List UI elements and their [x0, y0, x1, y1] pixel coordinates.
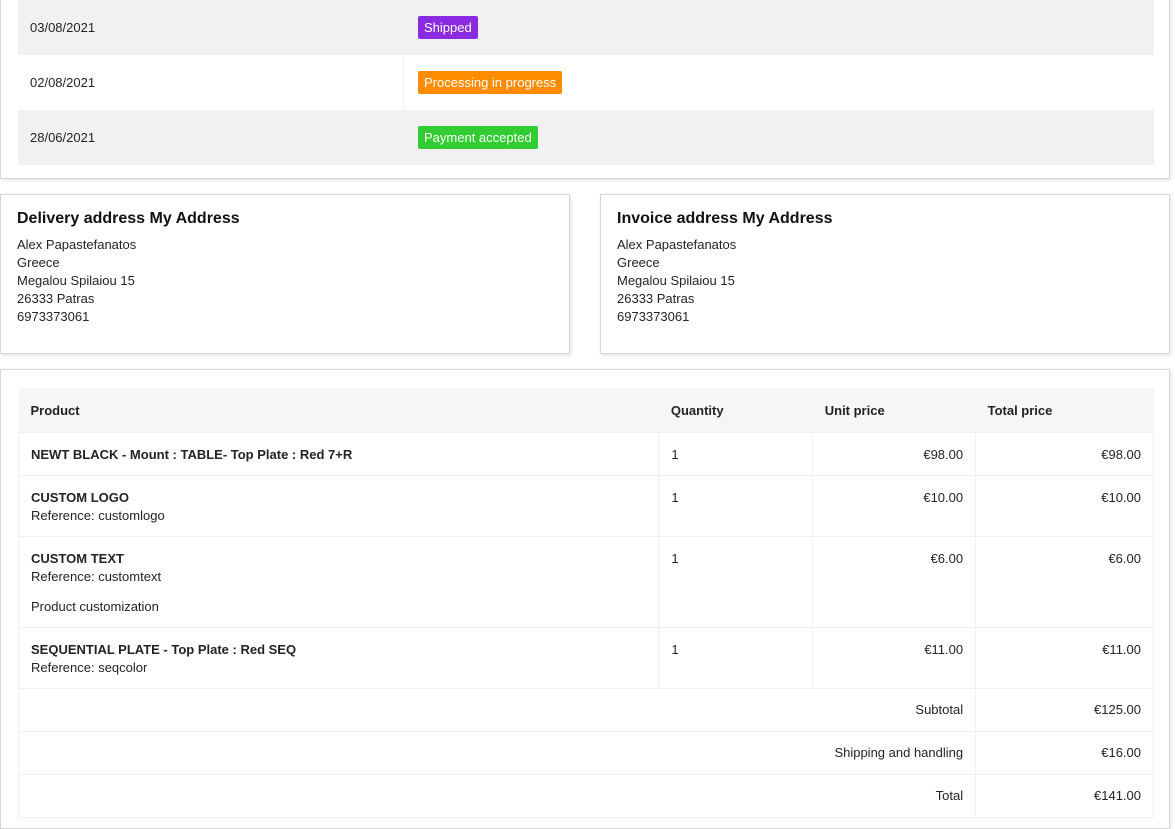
column-header-unit-price: Unit price	[812, 388, 976, 433]
history-row: 02/08/2021 Processing in progress	[18, 55, 1154, 110]
address-line: Greece	[17, 255, 60, 270]
column-header-product: Product	[18, 388, 659, 433]
order-products-panel: Product Quantity Unit price Total price …	[0, 369, 1170, 829]
shipping-label: Shipping and handling	[17, 731, 977, 775]
product-unit-price: €10.00	[812, 475, 977, 537]
history-date: 28/06/2021	[18, 110, 404, 165]
column-header-total-price: Total price	[975, 388, 1154, 433]
column-header-quantity: Quantity	[658, 388, 813, 433]
product-total-price: €6.00	[975, 536, 1154, 628]
product-reference: Reference: customlogo	[31, 508, 165, 523]
address-line: Alex Papastefanatos	[17, 237, 137, 252]
status-badge: Processing in progress	[418, 71, 563, 94]
history-date: 03/08/2021	[18, 0, 404, 55]
address-line: Greece	[617, 255, 660, 270]
status-badge: Shipped	[418, 16, 478, 39]
table-row: SEQUENTIAL PLATE - Top Plate : Red SEQ R…	[17, 627, 1154, 689]
history-row: 03/08/2021 Shipped	[18, 0, 1154, 55]
invoice-address-title: Invoice address My Address	[617, 210, 833, 227]
table-row: CUSTOM LOGO Reference: customlogo 1 €10.…	[17, 475, 1154, 537]
order-history-panel: 03/08/2021 Shipped 02/08/2021 Processing…	[0, 0, 1170, 179]
address-line: 6973373061	[17, 309, 90, 324]
product-name: CUSTOM LOGO	[31, 490, 129, 505]
product-name: SEQUENTIAL PLATE - Top Plate : Red SEQ	[31, 642, 297, 657]
history-row: 28/06/2021 Payment accepted	[18, 110, 1154, 165]
total-value: €141.00	[975, 774, 1154, 818]
product-total-price: €98.00	[975, 432, 1154, 476]
summary-row-shipping: Shipping and handling €16.00	[17, 731, 1154, 775]
product-customization-link[interactable]: Product customization	[31, 598, 646, 616]
summary-row-total: Total €141.00	[17, 774, 1154, 818]
invoice-address-card: Invoice address My Address Alex Papastef…	[600, 194, 1170, 354]
table-row: CUSTOM TEXT Reference: customtext Produc…	[17, 536, 1154, 628]
address-line: Alex Papastefanatos	[617, 237, 737, 252]
address-line: 6973373061	[617, 309, 690, 324]
product-name: CUSTOM TEXT	[31, 551, 124, 566]
product-quantity: 1	[658, 432, 814, 476]
status-badge: Payment accepted	[418, 126, 538, 149]
address-line: 26333 Patras	[617, 291, 695, 306]
total-label: Total	[17, 774, 977, 818]
product-total-price: €11.00	[975, 627, 1154, 689]
product-quantity: 1	[658, 627, 814, 689]
table-row: NEWT BLACK - Mount : TABLE- Top Plate : …	[17, 432, 1154, 476]
product-unit-price: €98.00	[812, 432, 977, 476]
table-header-row: Product Quantity Unit price Total price	[18, 388, 1154, 433]
history-date: 02/08/2021	[18, 55, 404, 110]
delivery-address-card: Delivery address My Address Alex Papaste…	[0, 194, 570, 354]
delivery-address-title: Delivery address My Address	[17, 210, 240, 227]
address-line: Megalou Spilaiou 15	[617, 273, 735, 288]
product-total-price: €10.00	[975, 475, 1154, 537]
address-line: Megalou Spilaiou 15	[17, 273, 135, 288]
subtotal-value: €125.00	[975, 688, 1154, 732]
product-reference: Reference: seqcolor	[31, 660, 148, 675]
product-name: NEWT BLACK - Mount : TABLE- Top Plate : …	[31, 447, 353, 462]
subtotal-label: Subtotal	[17, 688, 977, 732]
product-unit-price: €11.00	[812, 627, 977, 689]
product-reference: Reference: customtext	[31, 569, 162, 584]
product-quantity: 1	[658, 475, 814, 537]
shipping-value: €16.00	[975, 731, 1154, 775]
summary-row-subtotal: Subtotal €125.00	[17, 688, 1154, 732]
product-unit-price: €6.00	[812, 536, 977, 628]
product-quantity: 1	[658, 536, 814, 628]
products-table: Product Quantity Unit price Total price …	[17, 388, 1154, 818]
address-line: 26333 Patras	[17, 291, 95, 306]
